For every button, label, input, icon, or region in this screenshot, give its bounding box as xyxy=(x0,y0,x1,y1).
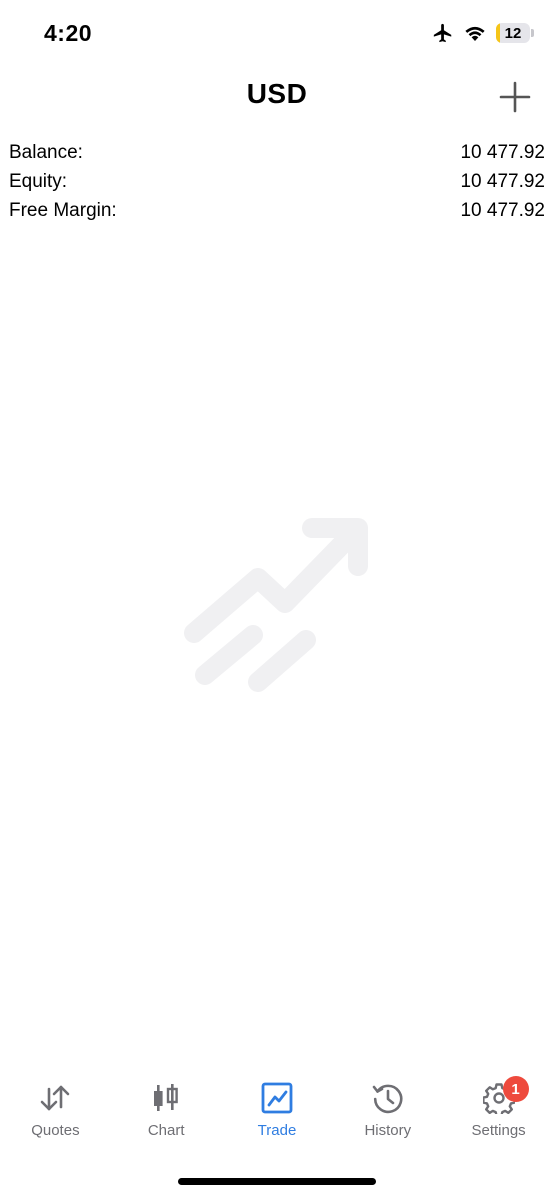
free-margin-label: Free Margin: xyxy=(9,200,117,221)
tab-chart-label: Chart xyxy=(147,1122,185,1139)
tab-settings-label: Settings xyxy=(471,1122,526,1139)
battery-indicator: 12 xyxy=(496,23,534,43)
tab-bar: Quotes Chart Trade History 1 Settings xyxy=(0,1076,554,1150)
tab-history-label: History xyxy=(364,1122,412,1139)
wifi-icon xyxy=(464,25,486,42)
home-indicator xyxy=(178,1178,376,1185)
battery-icon: 12 xyxy=(496,23,530,43)
tab-settings[interactable]: 1 Settings xyxy=(443,1076,554,1150)
plus-icon xyxy=(499,81,531,113)
airplane-icon xyxy=(432,22,454,44)
tab-chart[interactable]: Chart xyxy=(111,1080,222,1150)
page-title: USD xyxy=(246,78,308,109)
battery-fill xyxy=(496,23,501,43)
free-margin-row: Free Margin: 10 477.92 xyxy=(9,196,545,225)
candlestick-icon xyxy=(148,1080,184,1116)
tab-history[interactable]: History xyxy=(332,1080,443,1150)
trade-icon xyxy=(259,1080,295,1116)
status-icons: 12 xyxy=(432,22,534,44)
empty-state-trade-icon xyxy=(180,510,380,700)
add-button[interactable] xyxy=(498,80,532,114)
equity-value: 10 477.92 xyxy=(460,171,545,192)
balance-label: Balance: xyxy=(9,142,83,163)
battery-level: 12 xyxy=(504,24,522,42)
balance-value: 10 477.92 xyxy=(460,142,545,163)
status-time: 4:20 xyxy=(44,20,93,46)
tab-trade-label: Trade xyxy=(257,1122,297,1139)
history-icon xyxy=(370,1080,406,1116)
tab-quotes-label: Quotes xyxy=(31,1122,80,1139)
status-bar: 4:20 12 xyxy=(0,0,554,68)
tab-trade[interactable]: Trade xyxy=(222,1080,333,1150)
battery-tip xyxy=(531,29,534,37)
equity-row: Equity: 10 477.92 xyxy=(9,167,545,196)
gear-icon: 1 xyxy=(481,1076,529,1116)
account-summary: Balance: 10 477.92 Equity: 10 477.92 Fre… xyxy=(9,138,545,225)
settings-badge: 1 xyxy=(502,1076,529,1102)
tab-quotes[interactable]: Quotes xyxy=(0,1080,111,1150)
equity-label: Equity: xyxy=(9,171,68,192)
free-margin-value: 10 477.92 xyxy=(460,200,545,221)
balance-row: Balance: 10 477.92 xyxy=(9,138,545,167)
quotes-arrows-icon xyxy=(37,1080,73,1116)
